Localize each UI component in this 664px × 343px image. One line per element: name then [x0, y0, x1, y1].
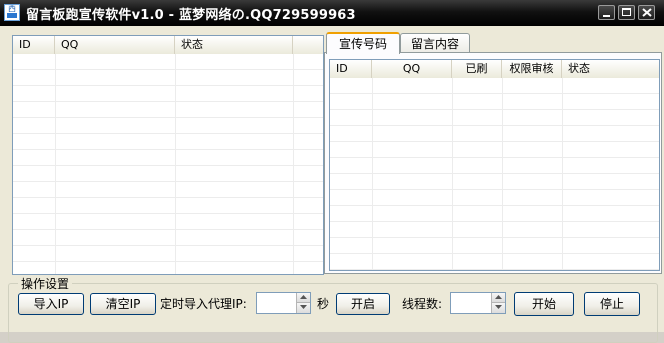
- column-header-status[interactable]: 状态: [562, 60, 659, 78]
- spin-down-button[interactable]: [296, 303, 310, 313]
- tab-promo-numbers[interactable]: 宣传号码: [326, 32, 400, 54]
- spin-up-button[interactable]: [296, 293, 310, 303]
- right-qq-list[interactable]: ID QQ 已刷 权限审核 状态: [329, 59, 660, 271]
- column-header-id[interactable]: ID: [13, 36, 55, 54]
- group-title: 操作设置: [18, 275, 73, 292]
- list-rows-area[interactable]: [13, 54, 323, 274]
- maximize-button[interactable]: [618, 5, 635, 20]
- threads-spinner[interactable]: [450, 292, 506, 314]
- arrow-down-icon: [495, 305, 502, 309]
- arrow-up-icon: [495, 295, 502, 299]
- left-ip-list[interactable]: ID QQ 状态: [12, 35, 324, 275]
- column-header-id[interactable]: ID: [330, 60, 372, 78]
- timed-import-spinner[interactable]: [256, 292, 311, 314]
- arrow-up-icon: [300, 295, 307, 299]
- minimize-button[interactable]: [598, 5, 615, 20]
- arrow-down-icon: [300, 305, 307, 309]
- list-header: ID QQ 状态: [13, 36, 323, 55]
- timed-import-label: 定时导入代理IP:: [160, 297, 247, 311]
- close-icon: [642, 8, 652, 17]
- clear-ip-button[interactable]: 清空IP: [90, 293, 156, 315]
- seconds-label: 秒: [317, 297, 330, 311]
- column-header-qq[interactable]: QQ: [372, 60, 452, 78]
- list-header: ID QQ 已刷 权限审核 状态: [330, 60, 659, 79]
- title-bar[interactable]: 西 留言板跑宣传软件v1.0 - 蓝梦网络の.QQ729599963: [0, 0, 664, 26]
- timed-import-input[interactable]: [257, 293, 287, 313]
- tab-message-content[interactable]: 留言内容: [400, 33, 470, 53]
- list-rows-area[interactable]: [330, 78, 659, 270]
- column-header-brushed[interactable]: 已刷: [452, 60, 502, 78]
- window-title: 留言板跑宣传软件v1.0 - 蓝梦网络の.QQ729599963: [26, 8, 356, 23]
- spin-down-button[interactable]: [491, 303, 505, 313]
- column-header-status[interactable]: 状态: [175, 36, 293, 54]
- maximize-icon: [622, 8, 631, 16]
- app-icon: 西: [4, 4, 20, 21]
- start-button[interactable]: 开始: [514, 292, 574, 316]
- stop-button[interactable]: 停止: [584, 292, 640, 316]
- column-header-qq[interactable]: QQ: [55, 36, 175, 54]
- open-button[interactable]: 开启: [336, 293, 390, 315]
- close-button[interactable]: [638, 5, 655, 20]
- tab-panel: ID QQ 已刷 权限审核 状态: [324, 52, 662, 274]
- threads-label: 线程数:: [402, 297, 443, 311]
- main-window: 西 留言板跑宣传软件v1.0 - 蓝梦网络の.QQ729599963 ID QQ…: [0, 0, 664, 343]
- import-ip-button[interactable]: 导入IP: [18, 293, 84, 315]
- minimize-icon: [603, 15, 610, 17]
- threads-input[interactable]: [451, 293, 481, 313]
- column-header-permission-review[interactable]: 权限审核: [502, 60, 562, 78]
- spin-up-button[interactable]: [491, 293, 505, 303]
